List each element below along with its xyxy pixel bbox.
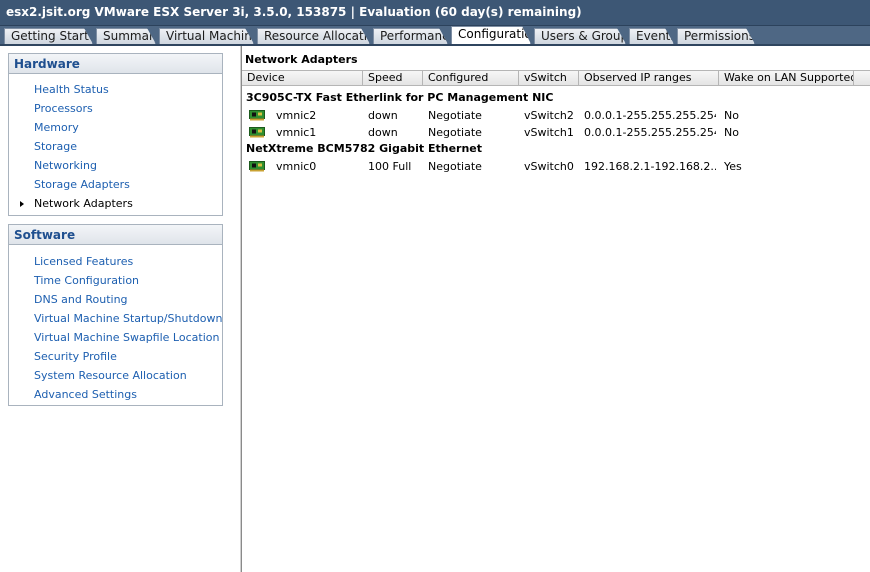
table-row[interactable]: vmnic0 100 Full Negotiate vSwitch0 192.1… [242,158,870,175]
column-header-device[interactable]: Device [242,71,363,85]
column-header-wake-on-lan[interactable]: Wake on LAN Supported [719,71,854,85]
network-card-icon [249,110,265,121]
device-name: vmnic0 [276,160,317,173]
adapter-group-title: NetXtreme BCM5782 Gigabit Ethernet [246,142,483,155]
device-name: vmnic2 [276,109,317,122]
speed-value: down [368,109,398,122]
vswitch-value: vSwitch1 [524,126,574,139]
sidebar-item-storage[interactable]: Storage [34,138,77,155]
tab-permissions[interactable]: Permissions [677,28,755,44]
configured-value: Negotiate [428,160,482,173]
network-card-icon [249,161,265,172]
sidebar-item-advanced-settings[interactable]: Advanced Settings [34,386,137,403]
sidebar-item-time-configuration[interactable]: Time Configuration [34,272,139,289]
wol-value: No [724,126,739,139]
software-section-title: Software [9,225,222,245]
wol-value: Yes [724,160,742,173]
software-section: Software Licensed Features Time Configur… [8,224,223,406]
sidebar-item-vm-swapfile-location[interactable]: Virtual Machine Swapfile Location [34,329,219,346]
tab-performance[interactable]: Performance [373,28,448,44]
table-row[interactable]: vmnic2 down Negotiate vSwitch2 0.0.0.1-2… [242,107,870,124]
column-header-observed-ip[interactable]: Observed IP ranges [579,71,719,85]
ip-range-value: 0.0.0.1-255.255.255.254 [584,109,716,122]
tab-configuration[interactable]: Configuration [451,26,531,44]
column-header-configured[interactable]: Configured [423,71,519,85]
column-header-speed[interactable]: Speed [363,71,423,85]
tab-virtual-machines[interactable]: Virtual Machines [159,28,254,44]
tab-summary[interactable]: Summary [96,28,156,44]
sidebar-item-dns-routing[interactable]: DNS and Routing [34,291,128,308]
hardware-section: Hardware Health Status Processors Memory… [8,53,223,216]
sidebar-item-memory[interactable]: Memory [34,119,79,136]
sidebar-item-processors[interactable]: Processors [34,100,93,117]
ip-range-value: 0.0.0.1-255.255.255.254 [584,126,716,139]
tab-resource-allocation[interactable]: Resource Allocation [257,28,370,44]
hardware-section-title: Hardware [9,54,222,74]
vswitch-value: vSwitch0 [524,160,574,173]
configured-value: Negotiate [428,126,482,139]
network-card-icon [249,127,265,138]
sidebar-item-system-resource-allocation[interactable]: System Resource Allocation [34,367,187,384]
column-header-vswitch[interactable]: vSwitch [519,71,579,85]
table-row[interactable]: vmnic1 down Negotiate vSwitch1 0.0.0.1-2… [242,124,870,141]
tab-users-groups[interactable]: Users & Groups [534,28,626,44]
page-title: Network Adapters [245,53,358,66]
tab-getting-started[interactable]: Getting Started [4,28,93,44]
tab-events[interactable]: Events [629,28,674,44]
sidebar-item-network-adapters[interactable]: Network Adapters [34,195,133,212]
wol-value: No [724,109,739,122]
configured-value: Negotiate [428,109,482,122]
network-adapters-panel: Network Adapters Device Speed Configured… [242,46,870,572]
sidebar-item-security-profile[interactable]: Security Profile [34,348,117,365]
sidebar-item-storage-adapters[interactable]: Storage Adapters [34,176,130,193]
ip-range-value: 192.168.2.1-192.168.2.... [584,160,716,173]
device-name: vmnic1 [276,126,317,139]
sidebar-item-licensed-features[interactable]: Licensed Features [34,253,133,270]
speed-value: 100 Full [368,160,412,173]
sidebar-item-networking[interactable]: Networking [34,157,97,174]
vswitch-value: vSwitch2 [524,109,574,122]
window-title: esx2.jsit.org VMware ESX Server 3i, 3.5.… [0,0,870,26]
speed-value: down [368,126,398,139]
sidebar-item-vm-startup-shutdown[interactable]: Virtual Machine Startup/Shutdown [34,310,222,327]
sidebar-item-health-status[interactable]: Health Status [34,81,109,98]
selected-arrow-icon [20,201,24,207]
tab-strip: Getting Started Summary Virtual Machines… [0,26,870,46]
config-sidebar: Hardware Health Status Processors Memory… [0,46,240,572]
adapter-group-title: 3C905C-TX Fast Etherlink for PC Manageme… [246,91,554,104]
table-header: Device Speed Configured vSwitch Observed… [242,70,870,86]
